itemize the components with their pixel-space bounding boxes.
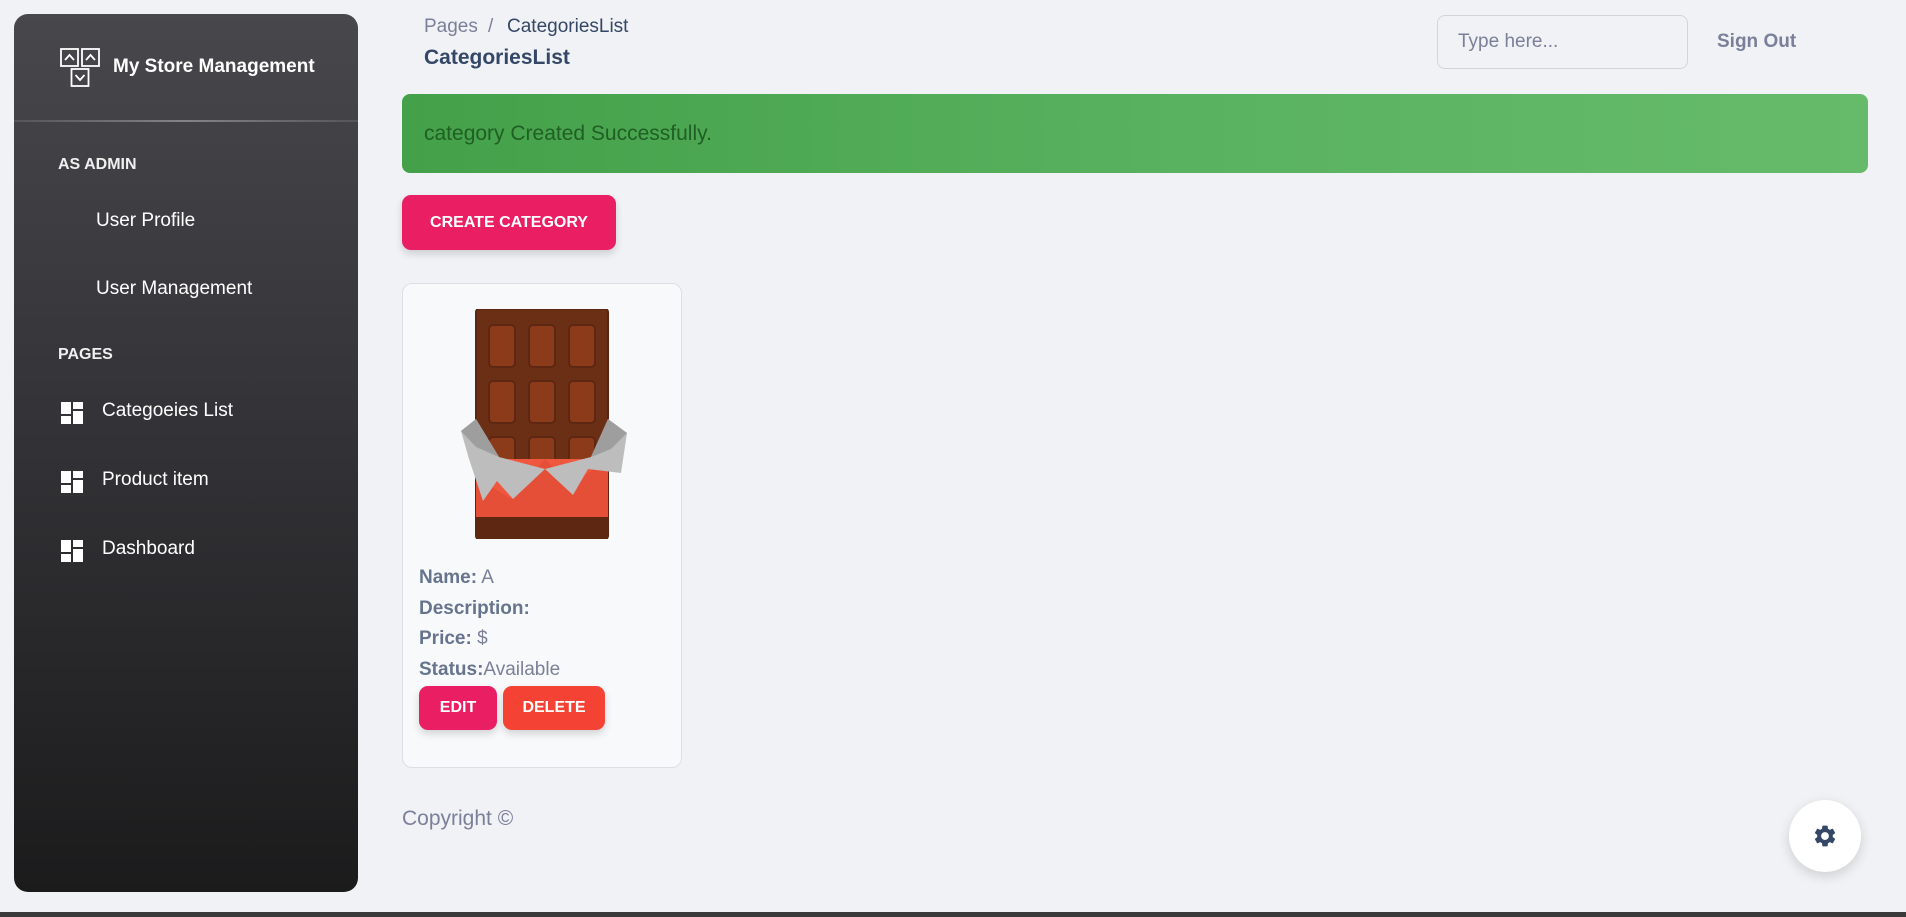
section-heading-pages: PAGES [58, 346, 113, 363]
edit-button[interactable]: EDIT [419, 686, 497, 730]
sidebar-item-label: User Management [96, 278, 253, 299]
sidebar-item-label: Product item [102, 469, 209, 490]
card-price-value: $ [471, 628, 488, 649]
sidebar-item-label: User Profile [96, 210, 196, 231]
breadcrumb-separator: / [488, 16, 494, 37]
store-logo-icon [60, 48, 100, 87]
sidebar-item-label: Dashboard [102, 538, 195, 559]
brand[interactable]: My Store Management [14, 14, 358, 120]
search-input[interactable] [1437, 15, 1688, 69]
dashboard-icon [61, 540, 83, 562]
category-card: Name: A Description: Price: $ Status:Ava… [402, 283, 682, 768]
page-title: CategoriesList [424, 46, 570, 69]
copyright-text: Copyright © [402, 807, 514, 830]
delete-button[interactable]: DELETE [503, 686, 605, 730]
dashboard-icon [61, 471, 83, 493]
sidebar-divider [14, 120, 358, 122]
sidebar: My Store Management AS ADMIN User Profil… [14, 14, 358, 892]
card-name-label: Name: [419, 567, 478, 588]
settings-button[interactable] [1789, 800, 1861, 872]
section-heading-admin: AS ADMIN [58, 156, 137, 173]
dashboard-icon [61, 402, 83, 424]
card-name-value: A [477, 567, 494, 588]
breadcrumb-current: CategoriesList [507, 16, 629, 37]
card-description-label: Description: [419, 598, 530, 619]
success-alert: category Created Successfully. [402, 94, 1868, 173]
sign-out-button[interactable]: Sign Out [1717, 31, 1796, 53]
breadcrumb-pages-link[interactable]: Pages [424, 16, 478, 38]
gear-icon [1814, 825, 1836, 847]
card-name: Name: A [419, 567, 494, 589]
window-bottom-edge [0, 912, 1906, 917]
brand-title: My Store Management [113, 56, 315, 77]
card-description: Description: [419, 598, 530, 620]
alert-message: category Created Successfully. [424, 121, 712, 145]
sidebar-item-label: Categoeies List [102, 400, 233, 421]
card-price: Price: $ [419, 628, 488, 650]
chocolate-bar-icon [461, 309, 627, 539]
card-status-value: Available [483, 659, 561, 680]
create-category-button[interactable]: CREATE CATEGORY [402, 195, 616, 250]
card-price-label: Price: [419, 628, 472, 649]
card-status: Status:Available [419, 659, 560, 681]
card-status-label: Status: [419, 659, 484, 680]
